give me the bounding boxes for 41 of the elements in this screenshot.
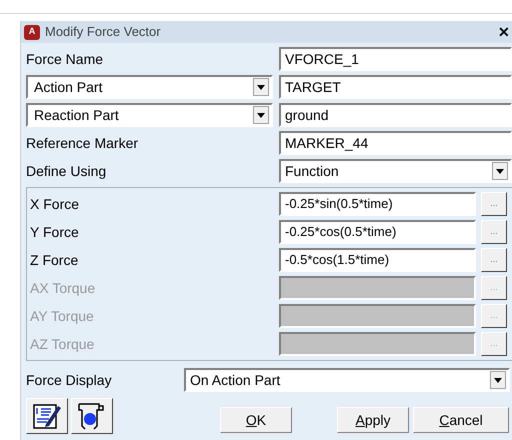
browse-button[interactable]: ...	[481, 220, 507, 244]
dropdown-arrow-button[interactable]	[253, 106, 269, 124]
app-icon: A	[24, 24, 40, 40]
input-field[interactable]: -0.25*cos(0.5*time)	[279, 220, 476, 244]
field-label: Y Force	[29, 222, 80, 242]
browse-button[interactable]: ...	[481, 192, 507, 216]
field-label: Reference Marker	[26, 134, 138, 152]
dropdown-field[interactable]: On Action Part	[184, 368, 510, 392]
edit-list-icon	[32, 402, 62, 430]
field-label: AX Torque	[29, 278, 96, 298]
dropdown-field[interactable]: Action Part	[26, 75, 273, 99]
input-field[interactable]: MARKER_44	[279, 131, 512, 155]
field-label: X Force	[29, 194, 80, 214]
measure-toolbar-button[interactable]	[71, 398, 113, 434]
caret-icon	[257, 112, 265, 118]
dropdown-arrow-button[interactable]	[490, 371, 506, 389]
input-field[interactable]: TARGET	[279, 75, 512, 99]
dropdown-field[interactable]: Function	[279, 159, 512, 183]
field-label: Define Using	[26, 162, 106, 181]
caret-icon	[257, 84, 265, 90]
caret-icon	[496, 168, 504, 174]
edit-toolbar-button[interactable]	[26, 398, 68, 434]
dropdown-arrow-button[interactable]	[253, 78, 269, 96]
field-label: AZ Torque	[29, 334, 96, 354]
dialog-button[interactable]: Apply	[337, 407, 409, 433]
input-field[interactable]: VFORCE_1	[279, 47, 512, 71]
field-label: Force Name	[26, 50, 104, 68]
caret-icon	[494, 378, 502, 382]
input-field[interactable]: -0.25*sin(0.5*time)	[279, 192, 476, 216]
browse-button[interactable]: ...	[481, 248, 507, 272]
window-title: Modify Force Vector	[45, 23, 162, 42]
dialog-button[interactable]: Cancel	[413, 407, 509, 433]
field-label: AY Torque	[29, 306, 95, 326]
close-button[interactable]: ✕	[498, 25, 510, 39]
ok-button[interactable]: OK	[220, 407, 292, 433]
field-label: Z Force	[29, 250, 80, 270]
dropdown-arrow-button[interactable]	[492, 162, 508, 180]
input-field[interactable]: ground	[279, 103, 512, 127]
dropdown-field[interactable]: Reaction Part	[26, 103, 273, 127]
input-field[interactable]: -0.5*cos(1.5*time)	[279, 248, 476, 272]
field-label: Force Display	[26, 370, 113, 390]
